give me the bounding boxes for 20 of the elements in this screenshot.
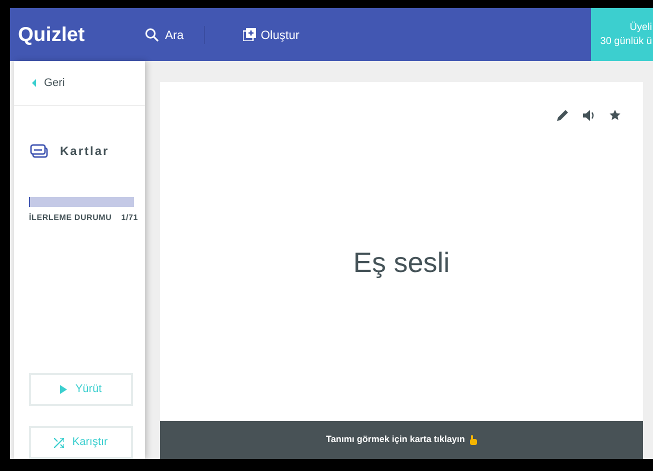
logo[interactable]: Quizlet: [18, 20, 128, 50]
back-link[interactable]: Geri: [14, 61, 145, 106]
search-icon: [145, 28, 159, 42]
flashcard[interactable]: Eş sesli Tanımı görmek için karta tıklayın: [160, 82, 643, 459]
play-icon: [60, 385, 68, 394]
speaker-icon[interactable]: [583, 110, 595, 120]
pointing-hand-icon: [470, 435, 477, 445]
mode-label: Kartlar: [60, 143, 110, 160]
create-button[interactable]: Oluştur: [242, 26, 300, 44]
star-icon[interactable]: [609, 109, 621, 121]
progress-label: İLERLEME DURUMU: [29, 212, 112, 224]
search-button[interactable]: Ara: [145, 26, 184, 44]
progress-count: 1/71: [121, 212, 138, 224]
shuffle-icon: [54, 438, 64, 448]
hint-text: Tanımı görmek için karta tıklayın: [326, 433, 465, 446]
term-text: Eş sesli: [353, 246, 450, 280]
cards-icon: [30, 144, 48, 158]
back-arrow-icon: [32, 79, 36, 87]
pencil-icon[interactable]: [557, 109, 569, 121]
add-icon: [242, 28, 256, 41]
